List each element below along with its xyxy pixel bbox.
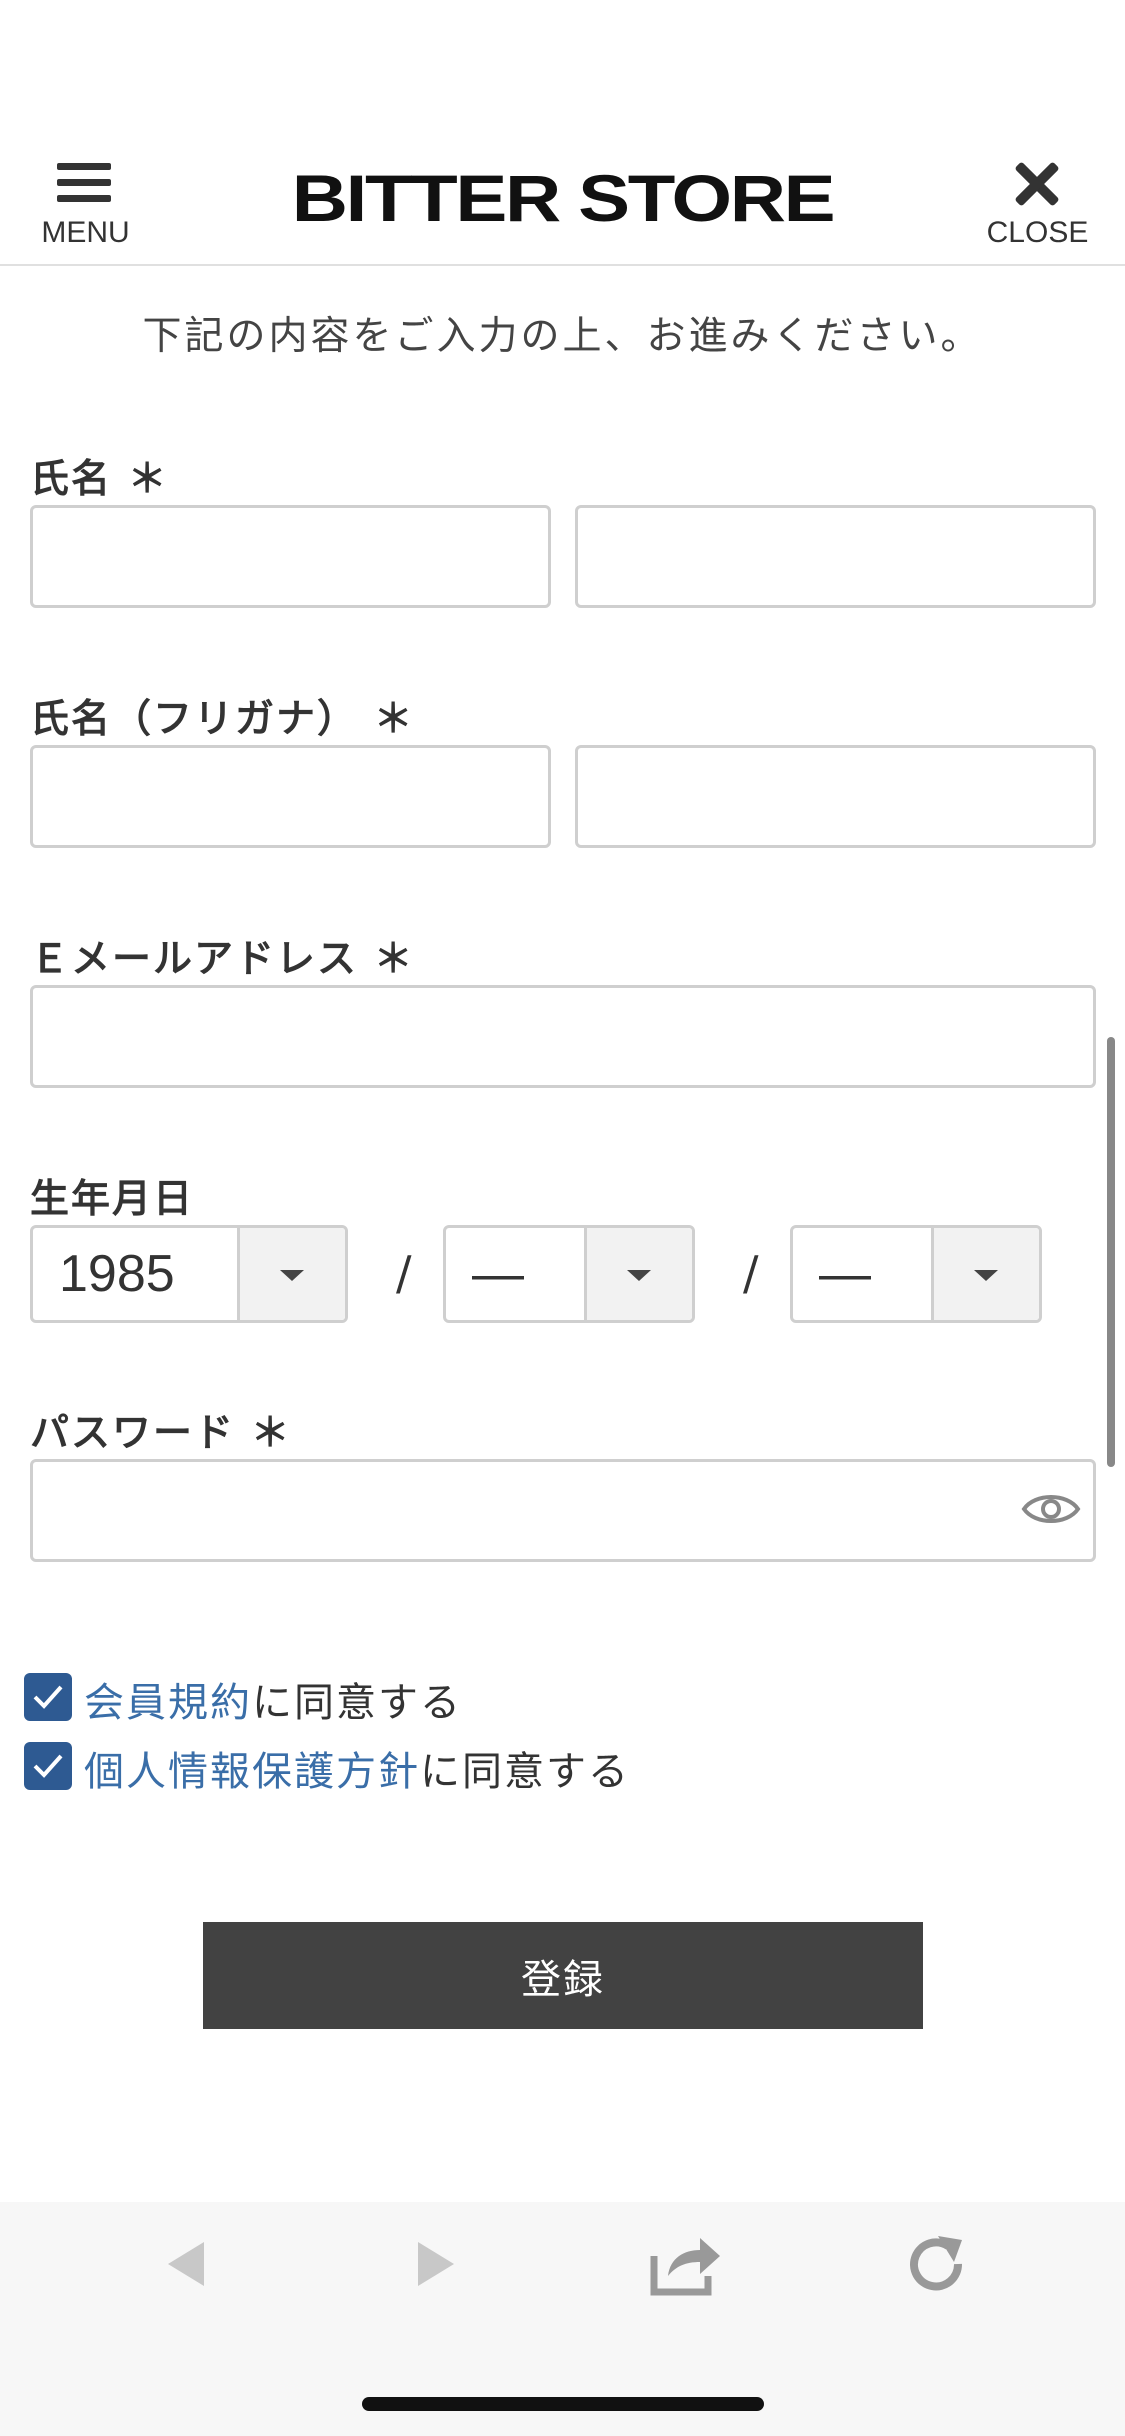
menu-label: MENU <box>41 216 130 249</box>
name-label: 氏名 ＊ <box>30 457 169 502</box>
scrollbar[interactable] <box>1107 1037 1115 1467</box>
birth-day-value: — <box>819 1245 871 1303</box>
first-name-kana-input[interactable] <box>575 745 1096 848</box>
header-divider <box>0 264 1125 266</box>
password-label: パスワード ＊ <box>30 1411 292 1456</box>
register-button[interactable]: 登録 <box>203 1922 923 2029</box>
chevron-down-icon <box>584 1228 692 1320</box>
password-input[interactable] <box>30 1459 1096 1562</box>
hamburger-icon <box>57 163 111 211</box>
intro-text: 下記の内容をご入力の上、お進みください。 <box>142 314 983 359</box>
last-name-input[interactable] <box>30 505 551 608</box>
date-separator: / <box>743 1246 759 1300</box>
close-icon <box>1014 161 1060 207</box>
privacy-agreement: 個人情報保護方針に同意する <box>84 1739 630 1797</box>
chevron-down-icon <box>237 1228 345 1320</box>
date-separator: / <box>396 1246 412 1300</box>
privacy-checkbox[interactable] <box>24 1742 72 1790</box>
first-name-input[interactable] <box>575 505 1096 608</box>
privacy-link[interactable]: 個人情報保護方針 <box>84 1749 420 1795</box>
terms-checkbox[interactable] <box>24 1673 72 1721</box>
back-arrow-icon[interactable] <box>162 2238 210 2290</box>
terms-agreement: 会員規約に同意する <box>84 1670 462 1728</box>
email-label: Ｅメールアドレス ＊ <box>30 937 415 982</box>
check-icon <box>33 1754 63 1778</box>
share-icon[interactable] <box>648 2232 724 2296</box>
birth-year-select[interactable]: 1985 <box>30 1225 348 1323</box>
terms-link[interactable]: 会員規約 <box>84 1680 252 1726</box>
close-label: CLOSE <box>986 216 1089 249</box>
reload-icon[interactable] <box>906 2234 968 2296</box>
privacy-agree-text: に同意する <box>420 1749 630 1795</box>
kana-label: 氏名（フリガナ） ＊ <box>30 697 415 742</box>
birthdate-label: 生年月日 <box>30 1177 195 1222</box>
home-indicator[interactable] <box>362 2397 764 2411</box>
birth-month-value: — <box>472 1245 524 1303</box>
eye-icon[interactable] <box>1021 1487 1081 1531</box>
terms-agree-text: に同意する <box>252 1680 462 1726</box>
birth-year-value: 1985 <box>59 1245 175 1303</box>
birth-day-select[interactable]: — <box>790 1225 1042 1323</box>
check-icon <box>33 1685 63 1709</box>
close-button[interactable]: CLOSE <box>980 155 1095 250</box>
last-name-kana-input[interactable] <box>30 745 551 848</box>
birth-month-select[interactable]: — <box>443 1225 695 1323</box>
chevron-down-icon <box>931 1228 1039 1320</box>
menu-button[interactable]: MENU <box>28 155 143 250</box>
email-input[interactable] <box>30 985 1096 1088</box>
forward-arrow-icon[interactable] <box>412 2238 460 2290</box>
store-logo[interactable]: BITTER STORE <box>135 160 991 236</box>
